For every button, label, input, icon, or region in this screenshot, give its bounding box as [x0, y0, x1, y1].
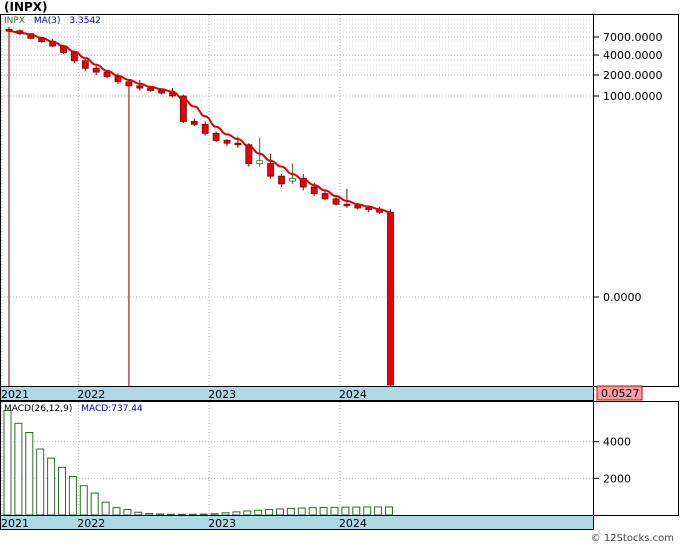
macd-value: MACD:737.44	[81, 404, 143, 414]
macd-bar	[243, 510, 252, 516]
macd-bar	[232, 511, 241, 516]
price-y-tick-label: 7000.0000	[603, 31, 663, 44]
price-x-tick-label: 2022	[77, 388, 105, 401]
macd-bar	[3, 410, 12, 516]
macd-y-tick-label: 2000	[603, 472, 631, 485]
candle-body	[234, 142, 242, 146]
legend-ma-label: MA(3)	[33, 16, 61, 26]
macd-bar	[254, 509, 263, 516]
candle-body	[223, 140, 231, 144]
macd-x-tick-label: 2021	[1, 517, 29, 530]
candle-body	[256, 160, 264, 164]
candle-body	[136, 85, 144, 89]
macd-bar	[68, 476, 77, 516]
price-legend: INPX MA(3) 3.3542	[4, 16, 101, 26]
macd-bar	[58, 466, 66, 516]
macd-axis-box	[593, 401, 679, 516]
price-y-tick-label: 0.0000	[603, 291, 642, 304]
macd-bar	[14, 422, 23, 516]
candle-body	[365, 207, 373, 210]
macd-y-tick-label: 4000	[603, 436, 631, 449]
last-price-tag: 0.0527	[601, 387, 640, 400]
price-x-tick-label: 2021	[1, 388, 29, 401]
macd-params: MACD(26,12,9)	[4, 404, 73, 414]
macd-bar	[265, 509, 274, 516]
candle-body	[201, 123, 209, 134]
candle-body	[267, 163, 275, 177]
macd-bar	[319, 506, 328, 516]
candle-body	[190, 121, 198, 125]
ticker-title: (INPX)	[4, 0, 48, 14]
price-y-tick-label: 1000.0000	[603, 90, 663, 103]
candle-body	[71, 52, 78, 62]
macd-bar	[156, 513, 165, 516]
macd-bar	[297, 507, 306, 516]
macd-x-tick-label: 2022	[77, 517, 105, 530]
price-y-tick-label: 2000.0000	[603, 69, 663, 82]
candle-body	[212, 132, 220, 141]
macd-bar	[36, 448, 45, 516]
macd-bar	[352, 506, 361, 516]
macd-bar	[123, 509, 132, 516]
candle-body	[343, 203, 351, 207]
candle-body	[92, 67, 100, 73]
candle-body	[103, 71, 111, 77]
candle-body	[332, 198, 340, 205]
macd-bar	[286, 507, 295, 516]
candle-body	[147, 87, 155, 91]
macd-bar	[145, 513, 154, 516]
macd-bar	[90, 492, 99, 516]
macd-x-tick-label: 2023	[208, 517, 236, 530]
candle-body	[114, 76, 122, 83]
candle-body	[125, 81, 133, 87]
legend-symbol: INPX	[4, 16, 25, 26]
chart-canvas: 7000.0000 4000.0000 2000.0000 1000.0000 0.00…	[0, 14, 679, 530]
candle-body	[81, 60, 89, 69]
macd-bar	[134, 511, 143, 516]
macd-bar	[276, 508, 284, 516]
macd-x-tick-label: 2024	[339, 517, 367, 530]
price-x-tick-label: 2024	[339, 388, 367, 401]
macd-bar	[47, 457, 56, 516]
candle-body	[158, 90, 166, 94]
candle-body	[278, 175, 285, 185]
price-x-tick-label: 2023	[208, 388, 236, 401]
macd-bar	[101, 501, 110, 516]
candle-body	[354, 205, 362, 209]
macd-bar	[341, 506, 350, 516]
price-panel	[0, 14, 594, 387]
macd-bar	[199, 513, 208, 516]
credit-text: © 12Stocks.com	[590, 533, 674, 544]
candle-body	[310, 186, 318, 194]
macd-panel	[0, 401, 594, 516]
macd-bar	[308, 507, 317, 516]
macd-bar	[79, 485, 88, 516]
macd-legend: MACD(26,12,9) MACD:737.44	[4, 404, 143, 414]
macd-bar	[374, 506, 383, 516]
macd-bar	[363, 506, 372, 516]
macd-bar	[112, 507, 121, 516]
candle-body	[321, 193, 329, 200]
candle-body	[169, 92, 176, 97]
macd-bar	[330, 506, 339, 516]
macd-bar	[25, 432, 34, 516]
macd-bar	[210, 513, 219, 516]
legend-ma-value: 3.3542	[69, 16, 101, 26]
price-y-tick-label: 4000.0000	[603, 49, 663, 62]
macd-bar	[221, 512, 230, 516]
macd-bar	[385, 506, 393, 516]
candle-body	[288, 178, 296, 182]
candle-body	[387, 211, 394, 386]
